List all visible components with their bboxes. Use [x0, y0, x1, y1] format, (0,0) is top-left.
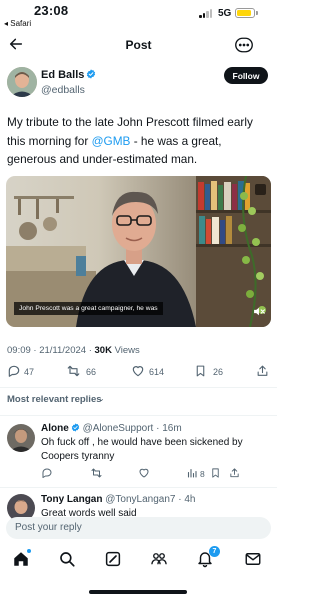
top-navigation: Post — [0, 32, 277, 58]
like-count: 614 — [149, 367, 165, 377]
reply-author-name: Alone — [41, 423, 69, 434]
bookmark-count: 26 — [213, 367, 224, 377]
reply-author[interactable]: Tony Langan @TonyLangan7 · 4h — [41, 494, 196, 505]
reply-text: Oh fuck off , he would have been sickene… — [41, 437, 243, 462]
home-indicator — [89, 590, 187, 594]
repost-icon — [67, 365, 80, 377]
reply-composer-placeholder: Post your reply — [15, 522, 82, 533]
heart-icon — [132, 366, 144, 377]
reply-icon — [8, 365, 20, 377]
follow-button[interactable]: Follow — [224, 67, 268, 84]
bookmark-icon — [212, 468, 219, 478]
battery-icon — [235, 8, 255, 18]
network-type: 5G — [218, 8, 232, 19]
analytics-icon — [187, 468, 197, 478]
post-timestamp: 09:09 · 21/11/2024 · — [7, 345, 95, 356]
cellular-signal-icon — [199, 9, 213, 18]
reply-author-handle: @AloneSupport — [82, 423, 154, 434]
divider — [0, 415, 277, 416]
author-handle[interactable]: @edballs — [41, 84, 85, 96]
video-caption: John Prescott was a great campaigner, he… — [14, 302, 163, 315]
repost-icon — [91, 468, 102, 478]
battery-level — [237, 10, 251, 16]
post-meta: 09:09 · 21/11/2024 · 30K Views — [7, 345, 140, 356]
views-count: 30K — [94, 345, 112, 356]
reply-time: · 16m — [153, 423, 182, 434]
repost-count: 66 — [86, 367, 97, 377]
reply-author-name: Tony Langan — [41, 494, 103, 505]
author-name[interactable]: Ed Balls — [41, 69, 96, 81]
divider — [0, 387, 277, 388]
volume-mute-icon[interactable] — [253, 306, 266, 317]
back-to-safari-link[interactable]: ◂ Safari — [4, 19, 31, 28]
reply-author-handle: @TonyLangan7 — [105, 494, 176, 505]
reply-sort-selector[interactable]: Most relevant replies — [7, 394, 102, 405]
share-icon — [257, 365, 268, 376]
reply-composer[interactable]: Post your reply — [6, 517, 271, 539]
battery-cap — [256, 11, 258, 15]
divider — [0, 487, 277, 488]
bookmark-icon — [196, 365, 205, 377]
more-horizontal-icon[interactable] — [235, 37, 253, 53]
notifications-badge: 7 — [209, 546, 220, 557]
status-time: 23:08 — [34, 3, 69, 18]
reply-count: 47 — [24, 367, 35, 377]
share-icon — [230, 468, 239, 478]
reply-author[interactable]: Alone @AloneSupport · 16m — [41, 423, 182, 434]
reply-views-count: 8 — [200, 469, 205, 479]
author-avatar[interactable] — [7, 67, 37, 97]
bottom-navigation: 7 — [0, 543, 277, 583]
post-action-bar: 47 66 614 26 — [0, 364, 277, 382]
author-name-text: Ed Balls — [41, 69, 85, 81]
chevron-down-icon[interactable]: ⌄ — [98, 394, 105, 403]
reply-avatar[interactable] — [7, 424, 35, 452]
status-bar: 23:08 ◂ Safari 5G — [0, 0, 277, 32]
post-text: My tribute to the late John Prescott fil… — [7, 113, 271, 169]
verified-badge-icon — [71, 423, 79, 432]
video-options-icon[interactable] — [255, 184, 266, 195]
mention-link[interactable]: @GMB — [92, 134, 131, 148]
heart-icon — [139, 468, 149, 478]
reply-icon — [42, 468, 52, 478]
video-player[interactable]: John Prescott was a great campaigner, he… — [6, 176, 271, 327]
home-unread-dot — [27, 549, 31, 553]
reply-time: · 4h — [175, 494, 196, 505]
verified-badge-icon — [87, 69, 96, 79]
search-icon[interactable] — [58, 550, 76, 568]
communities-icon[interactable] — [150, 550, 168, 568]
grok-icon[interactable] — [104, 550, 122, 568]
views-label: Views — [111, 345, 140, 356]
reply-action-bar: 8 — [0, 467, 277, 485]
messages-icon[interactable] — [244, 550, 262, 568]
